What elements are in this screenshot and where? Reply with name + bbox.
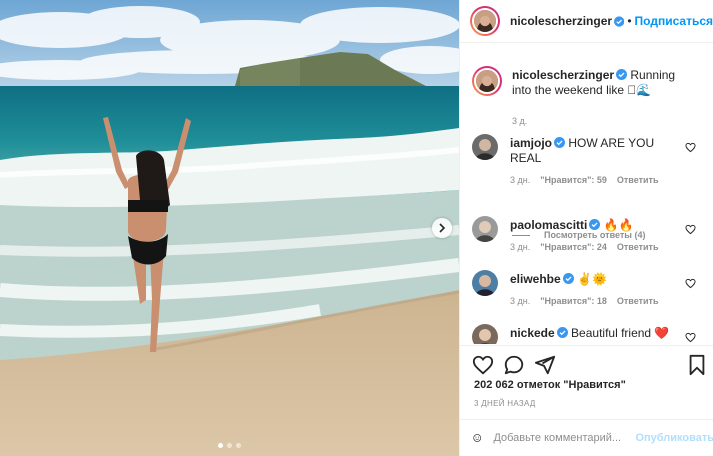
author-avatar[interactable] — [470, 6, 500, 36]
comment-item: iamjojo HOW ARE YOU REAL 3 дн. "Нравится… — [472, 134, 710, 188]
caption-username[interactable]: nicolescherzinger — [512, 68, 614, 82]
reply-button[interactable]: Ответить — [617, 294, 659, 309]
verified-icon — [562, 273, 574, 284]
share-icon[interactable] — [534, 354, 556, 376]
carousel-dot — [227, 443, 232, 448]
comment-time: 3 дн. — [510, 296, 531, 306]
publish-button[interactable]: Опубликовать — [635, 432, 713, 444]
comment-item: nickede Beautiful friend ❤️ — [472, 324, 710, 344]
comments-list[interactable]: nicolescherzinger Running into the weeke… — [460, 44, 713, 344]
verified-icon — [616, 69, 628, 80]
bookmark-icon[interactable] — [687, 354, 707, 376]
comment-likes[interactable]: "Нравится": 59 — [540, 173, 607, 188]
comment-username[interactable]: eliwehbe — [510, 272, 561, 286]
reply-button[interactable]: Ответить — [617, 173, 659, 188]
comment-item: eliwehbe ✌️🌞 3 дн. "Нравится": 18 Ответи… — [472, 270, 710, 309]
post-caption: nicolescherzinger Running into the weeke… — [472, 66, 710, 129]
caption-time: 3 д. — [512, 116, 528, 126]
verified-icon — [554, 137, 566, 148]
comment-text: 🔥🔥 — [603, 218, 634, 232]
add-comment-bar: Опубликовать — [460, 419, 713, 456]
header-separator: • — [627, 14, 632, 28]
follow-button[interactable]: Подписаться — [635, 14, 713, 28]
carousel-dot — [236, 443, 241, 448]
verified-icon — [556, 327, 568, 338]
next-slide-button[interactable] — [432, 218, 452, 238]
chevron-right-icon — [439, 223, 446, 233]
comment-username[interactable]: iamjojo — [510, 136, 552, 150]
emoji-icon[interactable] — [473, 428, 482, 448]
likes-count[interactable]: 202 062 отметок "Нравится" — [474, 379, 626, 391]
beach-photo-illustration — [0, 0, 459, 456]
author-username[interactable]: nicolescherzinger — [510, 14, 612, 28]
comment-avatar[interactable] — [472, 134, 498, 160]
post-header: nicolescherzinger • Подписаться — [460, 0, 713, 43]
comment-item: paolomascitti 🔥🔥 3 дн. "Нравится": 24 От… — [472, 216, 710, 255]
post-photo[interactable] — [0, 0, 459, 456]
heart-icon[interactable] — [685, 224, 696, 235]
comment-icon[interactable] — [503, 354, 525, 376]
comment-username[interactable]: paolomascitti — [510, 218, 587, 232]
comment-likes[interactable]: "Нравится": 18 — [540, 294, 607, 309]
carousel-dots — [0, 443, 459, 448]
comment-username[interactable]: nickede — [510, 326, 555, 340]
reply-button[interactable]: Ответить — [617, 240, 659, 255]
comment-likes[interactable]: "Нравится": 24 — [540, 240, 607, 255]
comment-avatar[interactable] — [472, 270, 498, 296]
comment-input[interactable] — [493, 432, 634, 444]
comment-avatar[interactable] — [472, 216, 498, 242]
heart-icon[interactable] — [685, 142, 696, 153]
verified-icon — [589, 219, 601, 230]
comment-avatar[interactable] — [472, 324, 498, 344]
caption-avatar[interactable] — [472, 66, 502, 96]
comment-text: ✌️🌞 — [577, 272, 607, 286]
heart-icon[interactable] — [685, 278, 696, 289]
post-date[interactable]: 3 ДНЕЙ НАЗАД — [474, 399, 536, 408]
comment-time: 3 дн. — [510, 175, 531, 185]
comment-time: 3 дн. — [510, 242, 531, 252]
heart-icon[interactable] — [472, 354, 494, 376]
heart-icon[interactable] — [685, 332, 696, 343]
carousel-dot-active — [218, 443, 223, 448]
post-side-panel: nicolescherzinger • Подписаться nicolesc… — [459, 0, 713, 456]
verified-icon — [614, 15, 625, 27]
instagram-post-view: nicolescherzinger • Подписаться nicolesc… — [0, 0, 713, 456]
comment-text: Beautiful friend ❤️ — [571, 326, 670, 340]
post-action-bar — [460, 345, 713, 380]
